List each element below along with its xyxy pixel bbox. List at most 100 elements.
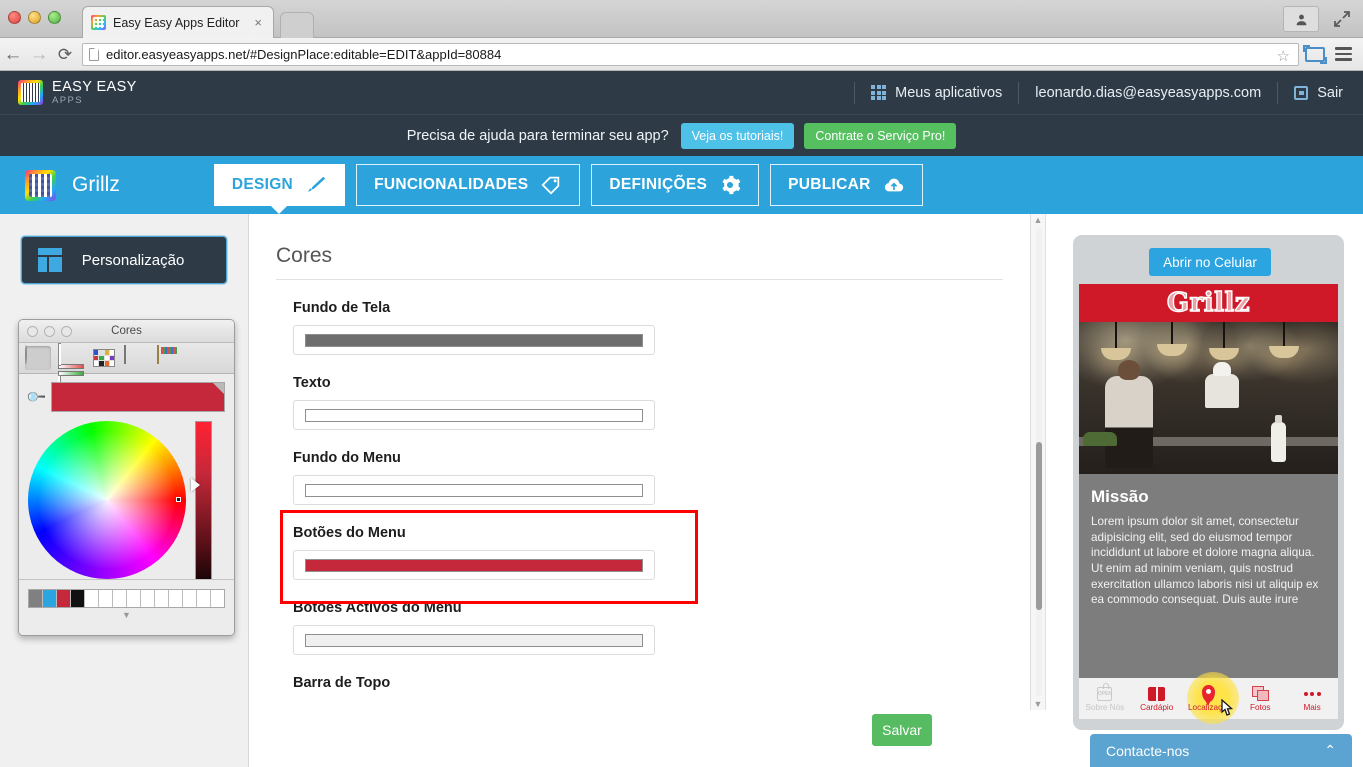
color-input[interactable] <box>293 400 655 430</box>
logout-label: Sair <box>1317 84 1343 101</box>
new-tab-button[interactable] <box>280 12 314 38</box>
bookmark-icon[interactable]: ☆ <box>1277 47 1290 65</box>
nav-item-label: Fotos <box>1250 703 1271 712</box>
expand-arrows-icon <box>1334 11 1350 27</box>
brand-logo-group[interactable]: EASY EASY APPS <box>18 79 137 106</box>
url-text: editor.easyeasyapps.net/#DesignPlace:edi… <box>106 46 502 62</box>
color-wheel[interactable] <box>28 421 186 579</box>
tutorials-button[interactable]: Veja os tutoriais! <box>680 122 795 149</box>
phone-screen: Grillz Missão Lorem ipsum dolor sit amet… <box>1079 284 1338 678</box>
back-button[interactable]: ← <box>0 45 26 64</box>
account-email[interactable]: leonardo.dias@easyeasyapps.com <box>1018 81 1277 104</box>
color-input[interactable] <box>293 475 655 505</box>
left-sidebar: Personalização Cores 🔍 ▼ <box>0 214 249 767</box>
minimize-window-button[interactable] <box>28 11 41 24</box>
field-label: Barra de Topo <box>293 675 391 691</box>
grid-icon <box>871 85 887 100</box>
field-label: Fundo do Menu <box>293 450 401 466</box>
field-botoes-do-menu: Botões do Menu <box>293 525 1030 580</box>
profile-avatar-button[interactable] <box>1283 6 1319 32</box>
chrome-menu-button[interactable] <box>1335 44 1352 64</box>
tab-publicar[interactable]: PUBLICAR <box>770 164 923 206</box>
contact-widget[interactable]: Contacte-nos ⌃ <box>1090 734 1352 767</box>
field-label: Fundo de Tela <box>293 300 391 316</box>
save-button[interactable]: Salvar <box>872 714 932 746</box>
saved-swatch[interactable] <box>141 590 155 607</box>
color-input[interactable] <box>293 325 655 355</box>
content-scrollbar[interactable]: ▲ ▼ <box>1030 214 1046 710</box>
tab-design[interactable]: DESIGN <box>213 164 346 214</box>
address-bar[interactable]: editor.easyeasyapps.net/#DesignPlace:edi… <box>82 42 1299 66</box>
promo-bar: Precisa de ajuda para terminar seu app? … <box>0 114 1363 156</box>
open-sign-icon: OPEN <box>1079 682 1131 702</box>
my-apps-label: Meus aplicativos <box>895 84 1003 101</box>
color-picker-panel[interactable]: Cores 🔍 ▼ <box>18 319 235 636</box>
saved-swatch[interactable] <box>183 590 197 607</box>
resize-grip-icon[interactable]: ▼ <box>28 610 225 620</box>
sidebar-item-label: Personalização <box>81 251 185 269</box>
cloud-upload-icon <box>884 178 903 192</box>
page-title: Cores <box>276 244 333 267</box>
saved-swatch[interactable] <box>169 590 183 607</box>
sliders-tool-icon[interactable] <box>58 343 84 398</box>
cast-icon[interactable] <box>1303 44 1327 64</box>
gear-icon <box>722 175 741 195</box>
nav-item-fotos[interactable]: Fotos <box>1234 685 1286 712</box>
saved-swatch[interactable] <box>197 590 211 607</box>
my-apps-link[interactable]: Meus aplicativos <box>854 81 1018 104</box>
scroll-up-arrow[interactable]: ▲ <box>1031 214 1045 226</box>
zoom-window-button[interactable] <box>48 11 61 24</box>
forward-button[interactable]: → <box>26 45 52 64</box>
saved-swatch[interactable] <box>71 590 85 607</box>
saved-swatch[interactable] <box>113 590 127 607</box>
field-label: Texto <box>293 375 331 391</box>
browser-tabbar: Easy Easy Apps Editor × <box>0 0 1363 38</box>
chevron-up-icon[interactable]: ⌃ <box>1324 742 1336 759</box>
current-color-swatch[interactable] <box>51 382 225 412</box>
scroll-down-arrow[interactable]: ▼ <box>1031 698 1045 710</box>
saved-swatches[interactable] <box>28 589 225 608</box>
saved-swatch[interactable] <box>43 590 57 607</box>
sidebar-item-personalizacao[interactable]: Personalização <box>21 236 227 284</box>
tab-definicoes[interactable]: DEFINIÇÕES <box>591 164 760 206</box>
pencils-tool-icon[interactable] <box>157 345 183 370</box>
color-panel-body: 🔍 <box>19 374 234 596</box>
color-input[interactable] <box>293 625 655 655</box>
hire-pro-service-button[interactable]: Contrate o Serviço Pro! <box>804 122 957 149</box>
image-palette-tool-icon[interactable] <box>124 345 150 370</box>
header-right-group: Meus aplicativos leonardo.dias@easyeasya… <box>854 71 1363 114</box>
fullscreen-button[interactable] <box>1331 8 1353 30</box>
search-icon[interactable]: 🔍 <box>25 386 48 409</box>
saved-swatch[interactable] <box>155 590 169 607</box>
mouse-cursor-icon <box>1219 698 1236 724</box>
color-wheel-tool-icon[interactable] <box>25 345 51 370</box>
layout-icon <box>38 248 62 272</box>
nav-item-sobre-nos[interactable]: OPEN Sobre Nós <box>1079 682 1131 712</box>
nav-item-cardapio[interactable]: Cardápio <box>1131 685 1183 712</box>
photos-icon <box>1234 685 1286 702</box>
reload-button[interactable]: ⟳ <box>52 46 78 63</box>
open-on-mobile-button[interactable]: Abrir no Celular <box>1149 248 1271 276</box>
color-wheel-marker[interactable] <box>176 497 181 502</box>
palettes-tool-icon[interactable] <box>91 346 117 370</box>
color-preview-bar <box>305 333 643 347</box>
saved-swatch[interactable] <box>99 590 113 607</box>
brightness-slider-knob[interactable] <box>191 478 200 492</box>
preview-pane: Abrir no Celular Grillz Missão Lorem ips… <box>1047 214 1363 767</box>
app-navigation-bar: Grillz DESIGN FUNCIONALIDADES DEFINIÇÕES <box>0 156 1363 214</box>
saved-swatch[interactable] <box>211 590 224 607</box>
scrollbar-thumb[interactable] <box>1036 442 1042 610</box>
logout-link[interactable]: Sair <box>1277 81 1363 104</box>
saved-swatch[interactable] <box>85 590 99 607</box>
tab-funcionalidades[interactable]: FUNCIONALIDADES <box>356 164 581 206</box>
app-topbar: Grillz <box>1079 284 1338 322</box>
brightness-slider[interactable] <box>191 421 212 596</box>
saved-swatch[interactable] <box>29 590 43 607</box>
nav-item-mais[interactable]: Mais <box>1286 685 1338 712</box>
browser-tab[interactable]: Easy Easy Apps Editor × <box>82 6 274 38</box>
close-tab-icon[interactable]: × <box>251 15 265 30</box>
color-input[interactable] <box>293 550 655 580</box>
saved-swatch[interactable] <box>57 590 71 607</box>
close-window-button[interactable] <box>8 11 21 24</box>
saved-swatch[interactable] <box>127 590 141 607</box>
